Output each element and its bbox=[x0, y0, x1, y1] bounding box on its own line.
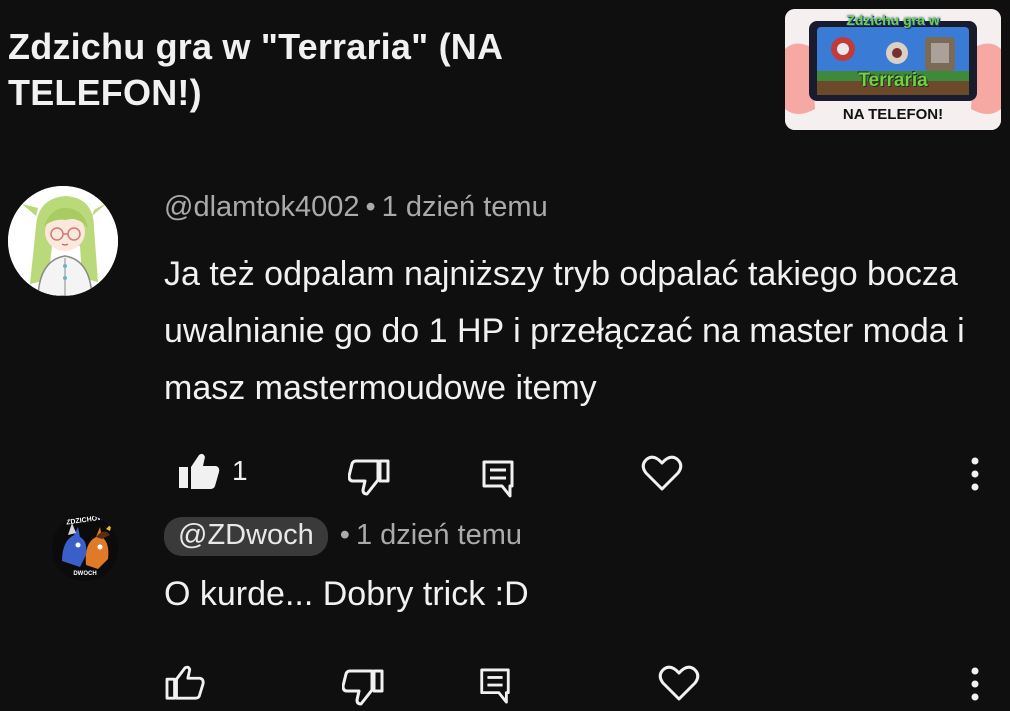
like-count: 1 bbox=[232, 455, 248, 486]
avatar-label-bottom: DWOCH bbox=[73, 571, 97, 577]
meta-separator: • bbox=[339, 519, 350, 551]
comment-meta: @ZDwoch • 1 dzień temu bbox=[164, 517, 522, 556]
author-avatar[interactable] bbox=[8, 186, 118, 296]
like-button[interactable] bbox=[165, 665, 205, 701]
author-avatar[interactable]: ZDZICHÓW DWOCH bbox=[52, 515, 118, 581]
thumb-down-icon bbox=[348, 459, 390, 496]
thumb-up-icon bbox=[165, 665, 205, 700]
more-vertical-icon bbox=[971, 457, 979, 491]
reply-button[interactable] bbox=[479, 668, 511, 704]
heart-button[interactable] bbox=[641, 454, 683, 492]
comment-time[interactable]: 1 dzień temu bbox=[382, 191, 548, 223]
heart-icon bbox=[658, 665, 700, 701]
comment-text: Ja też odpalam najniższy tryb odpalać ta… bbox=[164, 255, 965, 407]
dislike-button[interactable] bbox=[348, 458, 390, 496]
dislike-button[interactable] bbox=[342, 668, 384, 706]
thumbnail-title-line3: NA TELEFON! bbox=[842, 106, 944, 123]
heart-button[interactable] bbox=[658, 664, 700, 702]
reply-button[interactable] bbox=[482, 460, 514, 498]
thumb-down-icon bbox=[342, 669, 384, 706]
like-button[interactable]: 1 bbox=[178, 452, 248, 490]
thumbnail-title-line2: Terraria bbox=[858, 70, 928, 91]
video-thumbnail[interactable]: Zdzichu gra w Terraria NA TELEFON! bbox=[785, 9, 1001, 130]
heart-icon bbox=[641, 455, 683, 491]
comment-author-pill[interactable]: @ZDwoch bbox=[164, 517, 328, 556]
reply-icon bbox=[482, 460, 514, 498]
more-vertical-icon bbox=[971, 667, 979, 701]
thumbnail-title-line1: Zdzichu gra w bbox=[846, 12, 940, 28]
video-title[interactable]: Zdzichu gra w "Terraria" (NA TELEFON!) bbox=[8, 24, 708, 116]
anime-girl-avatar-icon bbox=[8, 186, 118, 296]
comment-author[interactable]: @dlamtok4002 bbox=[164, 191, 360, 223]
more-options-button[interactable] bbox=[970, 456, 980, 492]
comment-time[interactable]: 1 dzień temu bbox=[356, 519, 522, 551]
more-options-button[interactable] bbox=[970, 666, 980, 702]
comment-meta: @dlamtok4002 • 1 dzień temu bbox=[164, 191, 548, 224]
reply-icon bbox=[480, 668, 510, 704]
comment-text: O kurde... Dobry trick :D bbox=[164, 575, 529, 613]
thumb-up-icon bbox=[179, 453, 220, 489]
meta-separator: • bbox=[365, 191, 376, 223]
